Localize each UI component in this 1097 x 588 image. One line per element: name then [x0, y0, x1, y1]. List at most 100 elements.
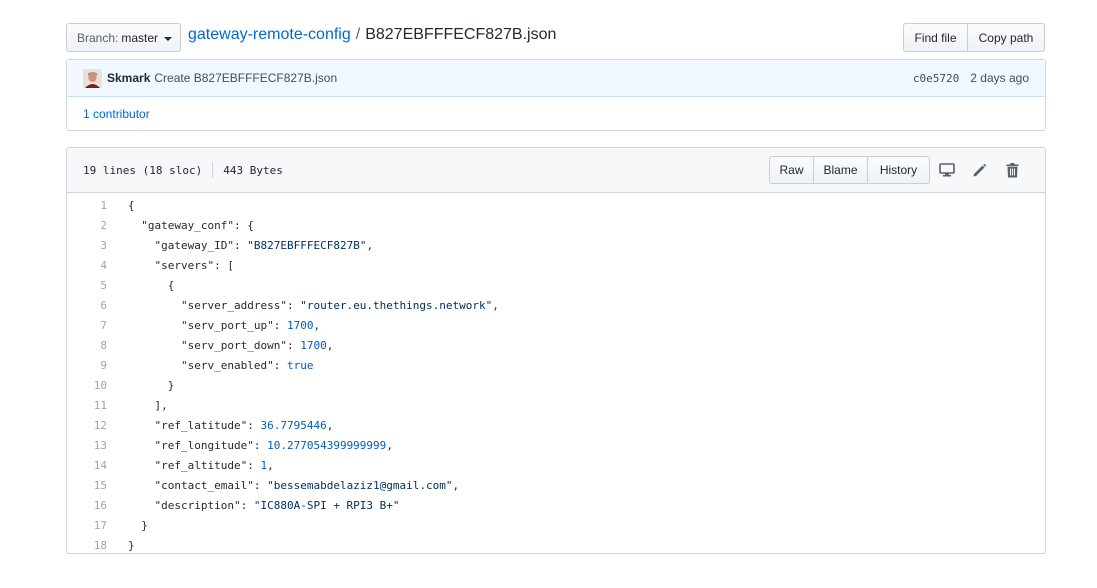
trash-icon[interactable] [996, 156, 1029, 184]
file-nav-buttons: Find file Copy path [903, 23, 1045, 52]
commit-author[interactable]: Skmark [107, 71, 150, 85]
file-size: 443 Bytes [223, 163, 283, 177]
line-source: { [107, 279, 175, 292]
line-number[interactable]: 14 [67, 459, 107, 472]
contributors-link[interactable]: 1 contributor [67, 97, 1045, 131]
code-token: { [128, 198, 135, 212]
copy-path-button[interactable]: Copy path [967, 23, 1045, 52]
latest-commit-box: Skmark Create B827EBFFFECF827B.json c0e5… [66, 59, 1046, 131]
code-token: 1700 [286, 318, 314, 332]
code-line: 15 "contact_email": "bessemabdelaziz1@gm… [67, 475, 1045, 495]
code-token: : [253, 478, 268, 492]
code-token: : [273, 318, 287, 332]
line-source: { [107, 199, 135, 212]
blame-button[interactable]: Blame [813, 156, 868, 184]
history-button[interactable]: History [867, 156, 930, 184]
code-token: "serv_port_up" [180, 318, 274, 332]
breadcrumb: gateway-remote-config / B827EBFFFECF827B… [188, 26, 556, 44]
line-source: "gateway_conf": { [107, 219, 254, 232]
file-lines-info: 19 lines (18 sloc) [83, 163, 203, 177]
line-number[interactable]: 5 [67, 279, 107, 292]
commit-message[interactable]: Create B827EBFFFECF827B.json [154, 71, 337, 85]
line-number[interactable]: 3 [67, 239, 107, 252]
line-number[interactable]: 16 [67, 499, 107, 512]
line-number[interactable]: 1 [67, 199, 107, 212]
commit-header: Skmark Create B827EBFFFECF827B.json c0e5… [67, 60, 1045, 97]
file-actions: Raw Blame History [769, 156, 1029, 184]
code-token: , [326, 338, 334, 352]
line-source: } [107, 379, 175, 392]
code-token: 1700 [300, 338, 327, 352]
repo-link[interactable]: gateway-remote-config [188, 26, 351, 44]
line-number[interactable]: 9 [67, 359, 107, 372]
code-line: 7 "serv_port_up": 1700, [67, 315, 1045, 335]
line-number[interactable]: 8 [67, 339, 107, 352]
code-token: "gateway_conf" [141, 218, 234, 232]
code-token: "IC880A-SPI + RPI3 B+" [253, 498, 400, 512]
line-number[interactable]: 7 [67, 319, 107, 332]
line-number[interactable]: 13 [67, 439, 107, 452]
line-source: "description": "IC880A-SPI + RPI3 B+" [107, 499, 400, 512]
avatar[interactable] [83, 68, 102, 88]
line-source: "serv_port_down": 1700, [107, 339, 333, 352]
line-number[interactable]: 12 [67, 419, 107, 432]
commit-age: 2 days ago [970, 71, 1029, 85]
code-token: , [313, 318, 321, 332]
line-number[interactable]: 4 [67, 259, 107, 272]
code-token: , [386, 438, 393, 452]
code-token: } [128, 518, 148, 532]
code-line: 8 "serv_port_down": 1700, [67, 335, 1045, 355]
line-number[interactable]: 15 [67, 479, 107, 492]
code-token: : [247, 418, 261, 432]
line-number[interactable]: 10 [67, 379, 107, 392]
file-name: B827EBFFFECF827B.json [365, 26, 557, 43]
line-number[interactable]: 17 [67, 519, 107, 532]
code-token: , [267, 458, 274, 472]
code-token: "gateway_ID" [154, 238, 234, 252]
code-token: : [247, 458, 261, 472]
code-line: 12 "ref_latitude": 36.7795446, [67, 415, 1045, 435]
pencil-icon[interactable] [963, 156, 996, 184]
code-token: : [253, 438, 268, 452]
branch-value: master [121, 30, 159, 45]
code-line: 5 { [67, 275, 1045, 295]
code-token: , [366, 238, 374, 252]
file-header: 19 lines (18 sloc) 443 Bytes Raw Blame H… [67, 148, 1045, 193]
code-token: "serv_enabled" [180, 358, 274, 372]
code-token: 10.277054399999999 [267, 438, 387, 452]
raw-button[interactable]: Raw [769, 156, 814, 184]
line-number[interactable]: 18 [67, 539, 107, 552]
code-token: 36.7795446 [260, 418, 327, 432]
code-body: 1{2 "gateway_conf": {3 "gateway_ID": "B8… [67, 193, 1045, 553]
code-token: : [273, 358, 287, 372]
line-source: } [107, 539, 135, 552]
line-number[interactable]: 2 [67, 219, 107, 232]
line-number[interactable]: 11 [67, 399, 107, 412]
code-token: : { [233, 218, 254, 232]
code-line: 4 "servers": [ [67, 255, 1045, 275]
find-file-button[interactable]: Find file [903, 23, 968, 52]
line-source: "ref_latitude": 36.7795446, [107, 418, 334, 432]
code-line: 18} [67, 535, 1045, 553]
chevron-down-icon [164, 36, 173, 41]
code-line: 13 "ref_longitude": 10.277054399999999, [67, 435, 1045, 455]
line-number[interactable]: 6 [67, 299, 107, 312]
code-token: "description" [154, 498, 241, 512]
code-token: "server_address" [180, 298, 287, 312]
file-info: 19 lines (18 sloc) 443 Bytes [83, 162, 283, 178]
desktop-icon[interactable] [930, 156, 963, 184]
commit-sha[interactable]: c0e5720 [913, 72, 959, 85]
branch-select-button[interactable]: Branch: master [66, 23, 181, 52]
code-token: "ref_altitude" [154, 458, 248, 472]
code-line: 9 "serv_enabled": true [67, 355, 1045, 375]
divider [212, 162, 214, 178]
line-source: "serv_port_up": 1700, [107, 319, 320, 332]
line-source: "ref_longitude": 10.277054399999999, [107, 439, 393, 452]
